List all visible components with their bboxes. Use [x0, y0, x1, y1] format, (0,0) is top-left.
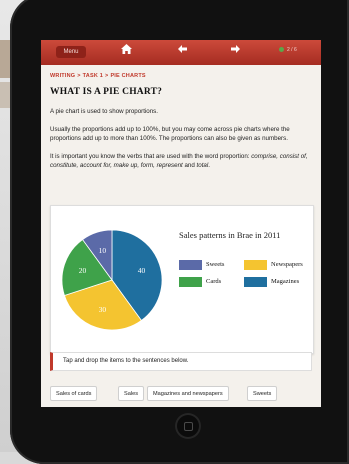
- menu-button[interactable]: Menu: [56, 46, 86, 58]
- verbs-and-text: and: [182, 162, 197, 169]
- breadcrumb: WRITING > TASK 1 > PIE CHARTS: [50, 73, 313, 79]
- page-title: WHAT IS A PIE CHART?: [50, 87, 163, 97]
- breadcrumb-task[interactable]: TASK 1: [83, 73, 103, 79]
- verbs-last: total: [196, 162, 209, 169]
- breadcrumb-separator: >: [77, 73, 81, 79]
- legend-label: Cards: [206, 278, 222, 285]
- page-indicator-text: 2 / 6: [287, 47, 297, 53]
- pie-slice-value-label: 30: [99, 305, 107, 314]
- home-icon[interactable]: [121, 44, 132, 57]
- home-button-square-icon: [184, 422, 193, 431]
- top-nav-bar: Menu 2 / 6: [41, 40, 321, 65]
- drag-items-tray: Sales of cards Sales Magazines and newsp…: [50, 376, 312, 407]
- legend-swatch: [244, 277, 267, 287]
- legend-label: Newspapers: [271, 261, 303, 268]
- legend-label: Magazines: [271, 278, 300, 285]
- verbs-end-text: .: [208, 162, 210, 169]
- legend-swatch: [244, 260, 267, 270]
- breadcrumb-page: PIE CHARTS: [110, 73, 146, 79]
- drag-item[interactable]: Magazines and newspapers: [147, 386, 229, 401]
- progress-dot-icon: [279, 47, 284, 53]
- legend-swatch: [179, 260, 202, 270]
- legend-label: Sweets: [206, 261, 225, 268]
- pie-chart-panel: 40 30 20 10 Sales patterns in Brae in 2011 …: [50, 205, 314, 354]
- home-button[interactable]: [175, 413, 201, 439]
- breadcrumb-separator: >: [105, 73, 109, 79]
- pie-chart: 40 30 20 10: [61, 229, 163, 331]
- breadcrumb-section[interactable]: WRITING: [50, 73, 75, 79]
- paragraph-intro: A pie chart is used to show proportions.: [50, 108, 158, 115]
- pie-slice-value-label: 20: [79, 266, 87, 275]
- verbs-lead-text: It is important you know the verbs that …: [50, 152, 252, 160]
- instruction-box: Tap and drop the items to the sentences …: [50, 352, 312, 371]
- main-content: WRITING > TASK 1 > PIE CHARTS WHAT IS A PIE …: [41, 65, 321, 171]
- paragraph-proportions: Usually the proportions add up to 100%, …: [50, 125, 290, 143]
- drag-item[interactable]: Sales: [118, 386, 144, 401]
- chart-title: Sales patterns in Brae in 2011: [179, 230, 281, 240]
- tablet-screen: Menu 2 / 6 WRITING > TASK 1 > PIE CHARTS WHA…: [41, 40, 321, 407]
- page-indicator: 2 / 6: [279, 47, 297, 53]
- drag-item[interactable]: Sweets: [247, 386, 278, 401]
- back-arrow-icon[interactable]: [178, 45, 187, 55]
- paragraph-verbs: It is important you know the verbs that …: [50, 152, 313, 171]
- pie-slice-value-label: 40: [138, 266, 146, 275]
- pie-slice-value-label: 10: [99, 246, 107, 255]
- drag-item[interactable]: Sales of cards: [50, 386, 98, 401]
- forward-arrow-icon[interactable]: [231, 45, 240, 55]
- legend-swatch: [179, 277, 202, 287]
